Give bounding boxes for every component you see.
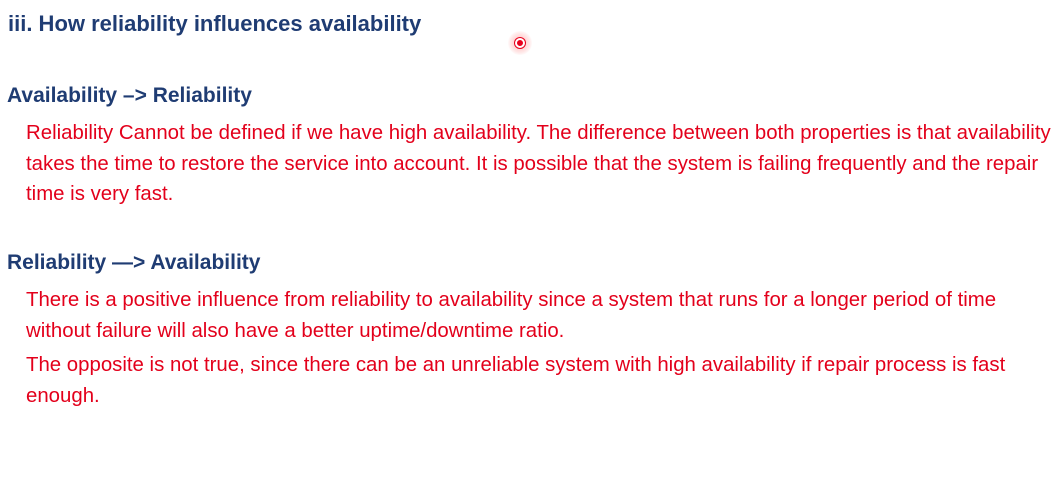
section-paragraph: The opposite is not true, since there ca… — [26, 354, 1006, 407]
section-paragraph: There is a positive influence from relia… — [26, 289, 997, 342]
laser-pointer-dot — [515, 38, 525, 48]
slide-title: iii. How reliability influences availabi… — [8, 11, 422, 36]
section-heading-reliability-to-availability: Reliability —> Availability — [7, 251, 261, 274]
section-heading-availability-to-reliability: Availability –> Reliability — [7, 84, 252, 107]
section-paragraph: Reliability Cannot be defined if we have… — [26, 122, 1051, 205]
laser-pointer-icon — [508, 31, 532, 55]
